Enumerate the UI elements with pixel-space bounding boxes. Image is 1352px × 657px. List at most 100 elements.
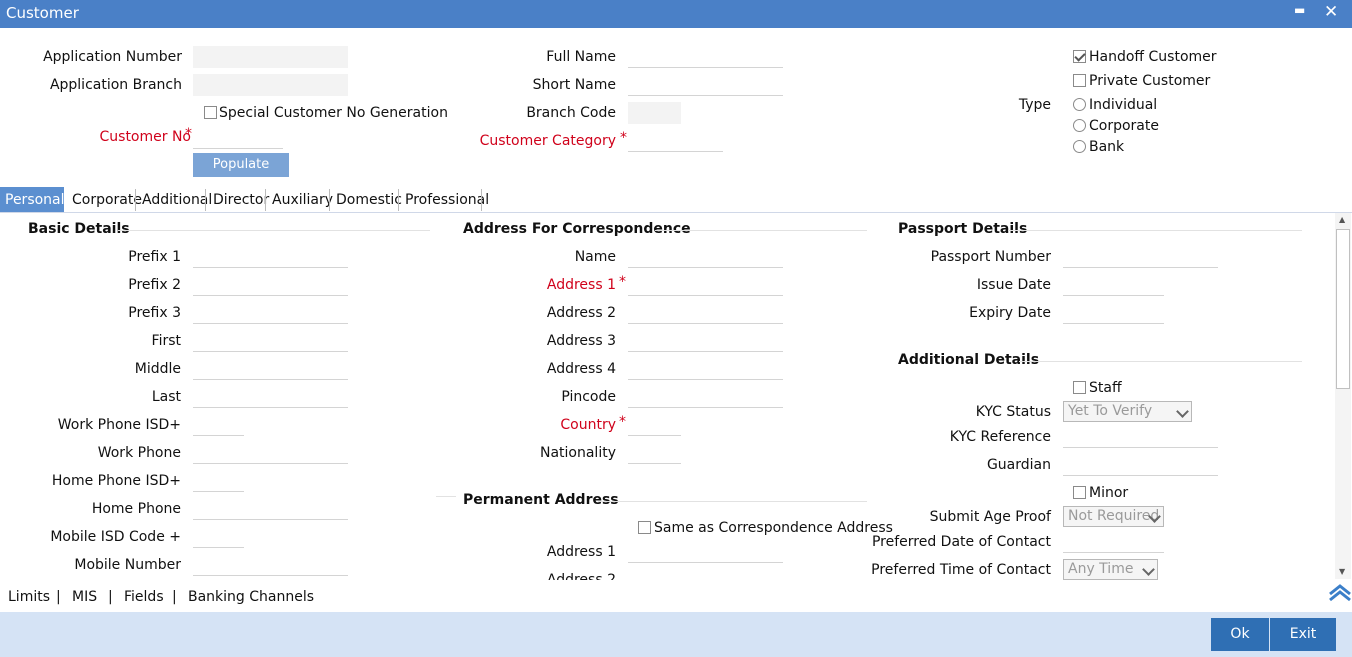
staff-label: Staff bbox=[1089, 380, 1122, 396]
section-divider bbox=[655, 230, 867, 231]
footer-action-bar bbox=[0, 612, 1352, 657]
passport-number-label: Passport Number bbox=[930, 249, 1051, 265]
section-divider bbox=[1008, 230, 1302, 231]
basic-field-input[interactable] bbox=[193, 414, 244, 436]
correspondence-field-label: Pincode bbox=[561, 389, 616, 405]
required-mark: * bbox=[619, 274, 626, 290]
minor-label: Minor bbox=[1089, 485, 1129, 501]
correspondence-field-label: Address 4 bbox=[546, 361, 616, 377]
preferred-time-select[interactable]: Any Time bbox=[1063, 559, 1158, 580]
application-number-input[interactable] bbox=[193, 46, 348, 68]
submit-age-proof-select[interactable]: Not Required bbox=[1063, 506, 1164, 527]
correspondence-field-label: Nationality bbox=[539, 445, 616, 461]
handoff-customer-checkbox[interactable] bbox=[1073, 50, 1086, 63]
basic-field-input[interactable] bbox=[193, 442, 348, 464]
submit-age-proof-value: Not Required bbox=[1068, 508, 1160, 524]
window-title: Customer bbox=[6, 4, 79, 22]
basic-field-label: Middle bbox=[134, 361, 181, 377]
tab-personal[interactable]: Personal bbox=[0, 187, 65, 213]
staff-checkbox[interactable] bbox=[1073, 381, 1086, 394]
basic-field-input[interactable] bbox=[193, 274, 348, 296]
basic-field-input[interactable] bbox=[193, 470, 244, 492]
close-icon[interactable]: ✕ bbox=[1324, 2, 1338, 22]
customer-no-required-mark: * bbox=[185, 126, 192, 142]
scroll-up-icon[interactable]: ▲ bbox=[1339, 215, 1345, 224]
collapse-up-icon[interactable] bbox=[1328, 582, 1352, 602]
correspondence-field-input[interactable] bbox=[628, 414, 681, 436]
type-corporate-label: Corporate bbox=[1089, 118, 1159, 134]
private-customer-label: Private Customer bbox=[1089, 73, 1211, 89]
populate-button[interactable]: Populate bbox=[193, 153, 289, 177]
basic-field-label: Work Phone ISD+ bbox=[57, 417, 181, 433]
basic-field-label: Mobile ISD Code + bbox=[50, 529, 181, 545]
expiry-date-input[interactable] bbox=[1063, 302, 1164, 324]
type-bank-radio[interactable] bbox=[1073, 140, 1086, 153]
scrollbar-thumb[interactable] bbox=[1336, 229, 1350, 389]
tab-auxiliary[interactable]: Auxiliary bbox=[267, 187, 338, 213]
basic-field-input[interactable] bbox=[193, 386, 348, 408]
guardian-input[interactable] bbox=[1063, 454, 1218, 476]
basic-field-input[interactable] bbox=[193, 302, 348, 324]
application-number-label: Application Number bbox=[43, 49, 182, 65]
correspondence-field-input[interactable] bbox=[628, 386, 783, 408]
basic-field-label: Home Phone bbox=[91, 501, 181, 517]
type-corporate-radio[interactable] bbox=[1073, 119, 1086, 132]
correspondence-field-input[interactable] bbox=[628, 442, 681, 464]
section-divider bbox=[118, 230, 430, 231]
short-name-input[interactable] bbox=[628, 74, 783, 96]
tab-underline bbox=[0, 212, 1352, 213]
full-name-input[interactable] bbox=[628, 46, 783, 68]
ok-button[interactable]: Ok bbox=[1211, 618, 1269, 651]
customer-category-input[interactable] bbox=[628, 130, 723, 152]
customer-category-required-mark: * bbox=[620, 130, 627, 146]
correspondence-field-input[interactable] bbox=[628, 358, 783, 380]
minor-checkbox[interactable] bbox=[1073, 486, 1086, 499]
special-customer-no-checkbox[interactable] bbox=[204, 106, 217, 119]
exit-button[interactable]: Exit bbox=[1270, 618, 1336, 651]
kyc-status-select[interactable]: Yet To Verify bbox=[1063, 401, 1192, 422]
fields-link[interactable]: Fields bbox=[124, 589, 164, 605]
permanent-address-1-input[interactable] bbox=[628, 541, 783, 563]
basic-field-input[interactable] bbox=[193, 554, 348, 576]
same-as-correspondence-checkbox[interactable] bbox=[638, 521, 651, 534]
passport-number-input[interactable] bbox=[1063, 246, 1218, 268]
issue-date-label: Issue Date bbox=[976, 277, 1051, 293]
correspondence-field-input[interactable] bbox=[628, 330, 783, 352]
same-as-correspondence-label: Same as Correspondence Address bbox=[654, 520, 893, 536]
application-branch-label: Application Branch bbox=[49, 77, 182, 93]
banking-channels-link[interactable]: Banking Channels bbox=[188, 589, 314, 605]
type-individual-radio[interactable] bbox=[1073, 98, 1086, 111]
correspondence-field-input[interactable] bbox=[628, 302, 783, 324]
mis-link[interactable]: MIS bbox=[72, 589, 97, 605]
type-bank-label: Bank bbox=[1089, 139, 1125, 155]
vertical-scrollbar[interactable]: ▲ ▼ bbox=[1335, 213, 1351, 579]
basic-field-input[interactable] bbox=[193, 526, 244, 548]
kyc-status-value: Yet To Verify bbox=[1068, 403, 1153, 419]
link-separator: | bbox=[108, 589, 113, 605]
kyc-reference-input[interactable] bbox=[1063, 426, 1218, 448]
preferred-date-input[interactable] bbox=[1063, 531, 1164, 553]
minimize-icon[interactable]: ▬ bbox=[1294, 3, 1305, 17]
tab-domestic[interactable]: Domestic bbox=[331, 187, 407, 213]
private-customer-checkbox[interactable] bbox=[1073, 74, 1086, 87]
additional-details-title: Additional Details bbox=[898, 352, 1040, 368]
scroll-down-icon[interactable]: ▼ bbox=[1339, 567, 1345, 576]
customer-no-input[interactable] bbox=[193, 127, 283, 149]
limits-link[interactable]: Limits bbox=[8, 589, 50, 605]
permanent-address-title: Permanent Address bbox=[463, 492, 619, 508]
basic-field-input[interactable] bbox=[193, 498, 348, 520]
basic-field-input[interactable] bbox=[193, 246, 348, 268]
full-name-label: Full Name bbox=[546, 49, 616, 65]
application-branch-input[interactable] bbox=[193, 74, 348, 96]
branch-code-input[interactable] bbox=[628, 102, 681, 124]
basic-field-input[interactable] bbox=[193, 330, 348, 352]
tab-divider bbox=[265, 189, 266, 211]
correspondence-field-label: Country bbox=[560, 417, 616, 433]
tab-divider bbox=[481, 189, 482, 211]
basic-field-label: Prefix 1 bbox=[128, 249, 181, 265]
short-name-label: Short Name bbox=[532, 77, 616, 93]
correspondence-field-input[interactable] bbox=[628, 274, 783, 296]
issue-date-input[interactable] bbox=[1063, 274, 1164, 296]
basic-field-input[interactable] bbox=[193, 358, 348, 380]
correspondence-field-input[interactable] bbox=[628, 246, 783, 268]
